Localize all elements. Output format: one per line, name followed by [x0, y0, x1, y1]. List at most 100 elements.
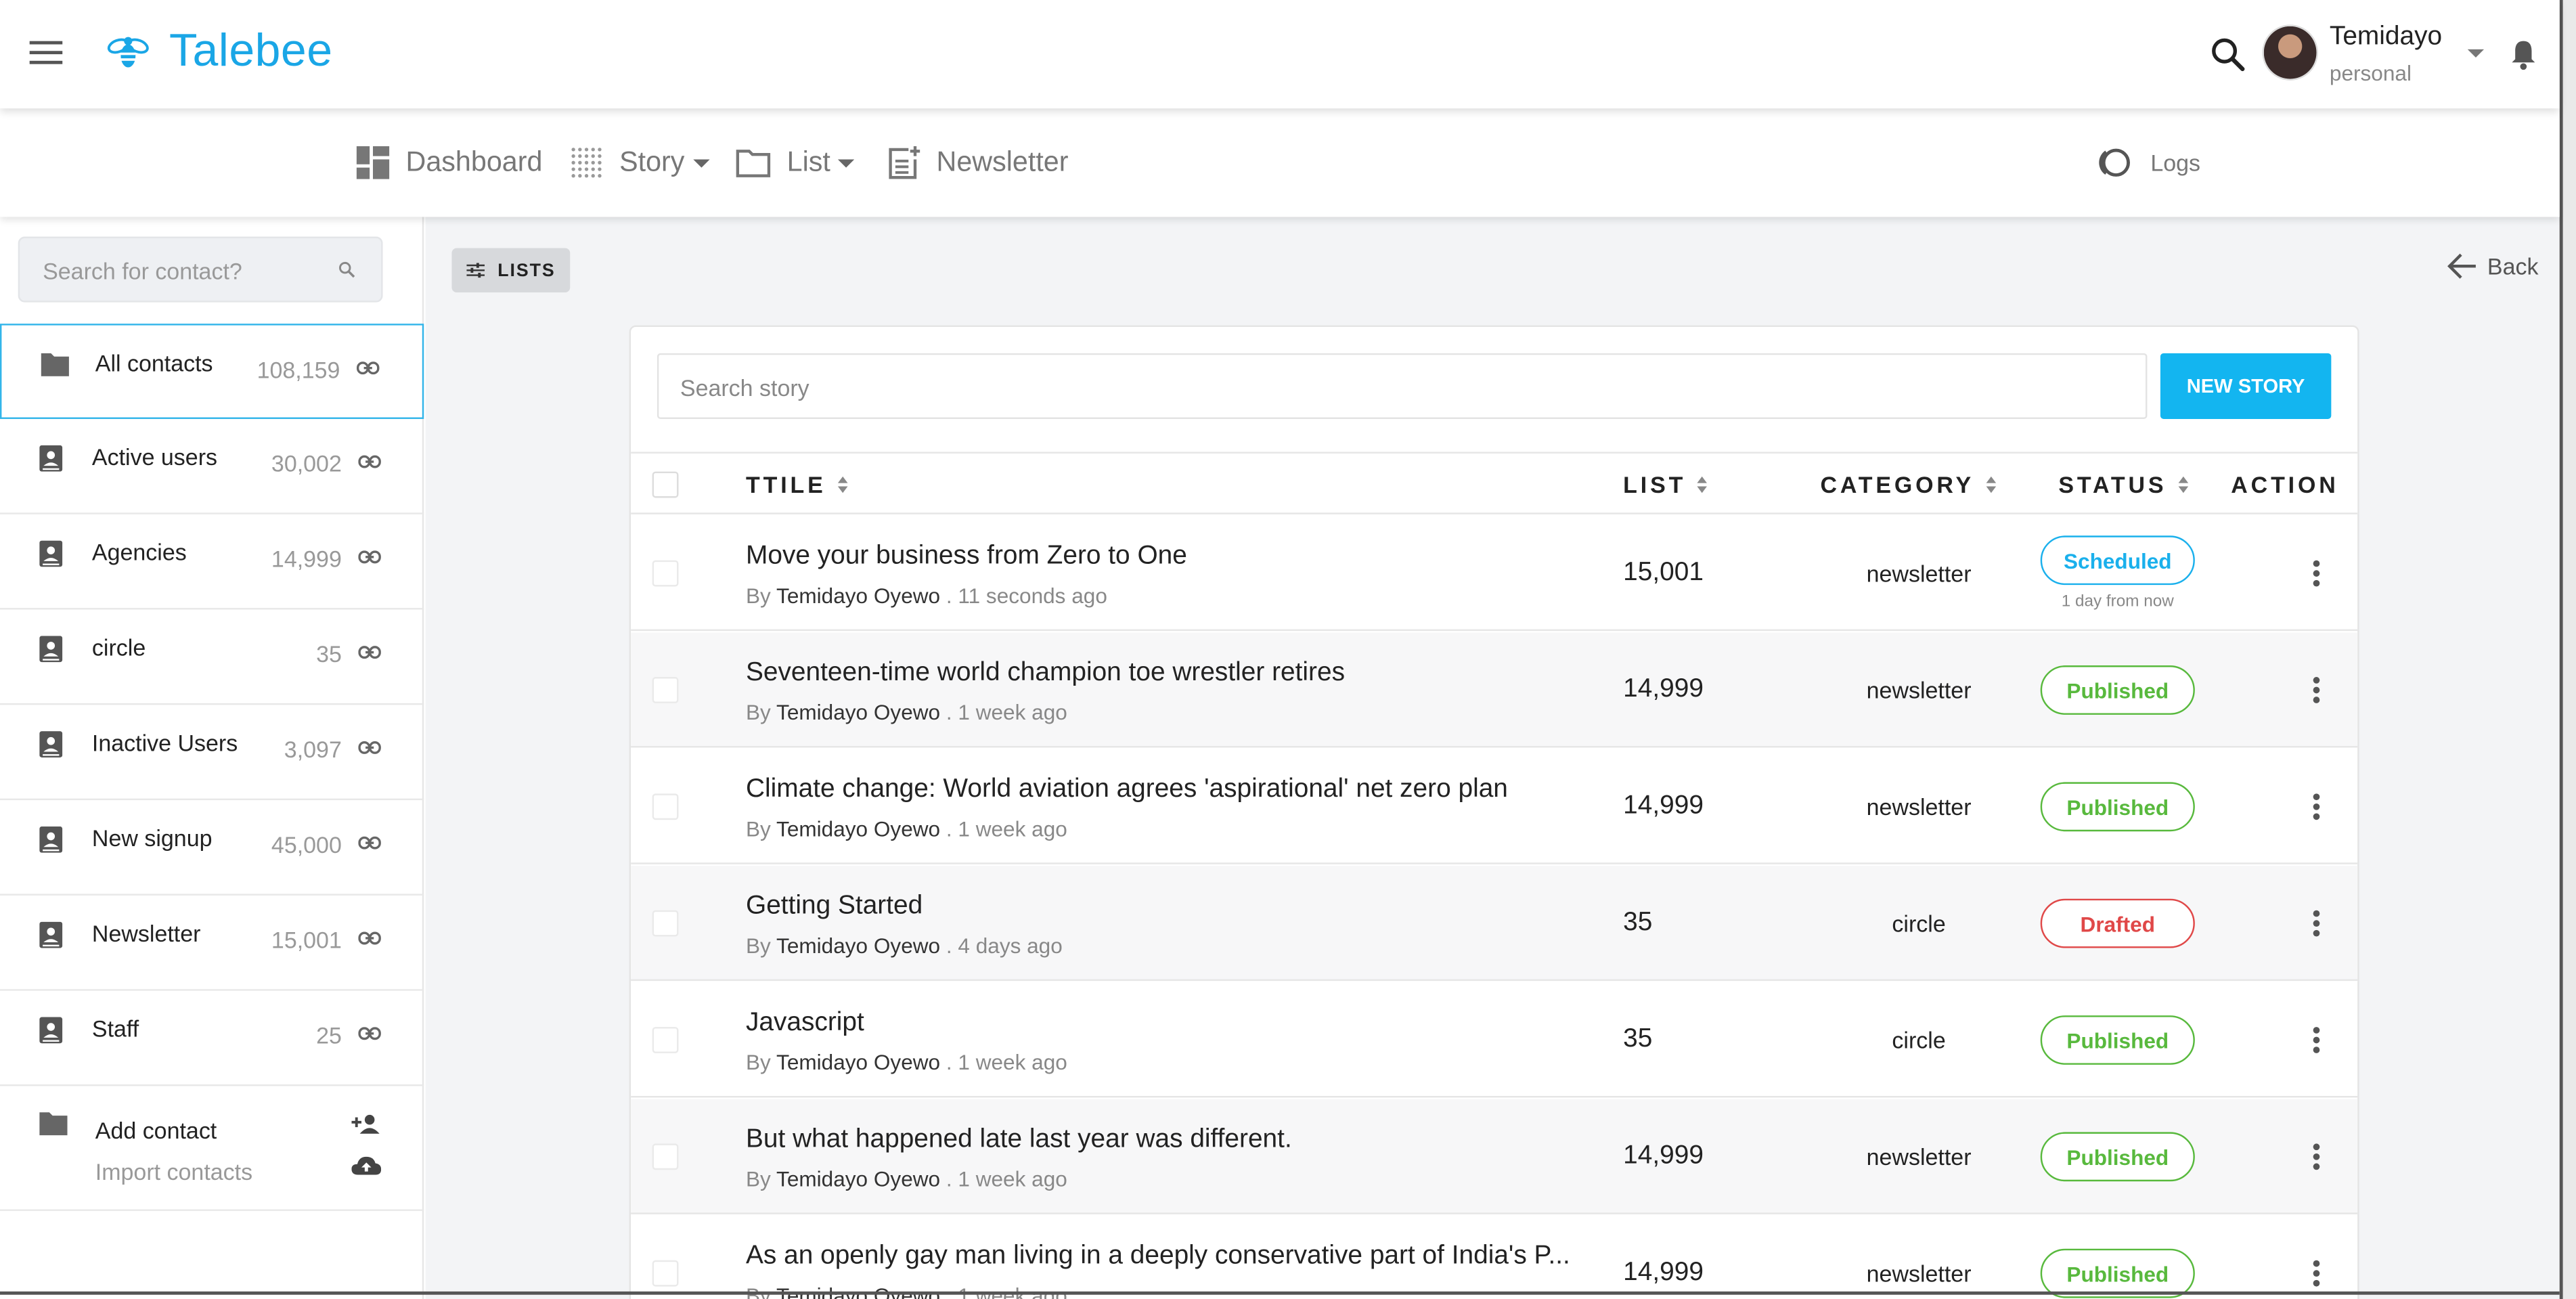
- sidebar-item-count: 30,002: [271, 450, 342, 477]
- story-title[interactable]: But what happened late last year was dif…: [746, 1126, 1292, 1155]
- more-vert-icon[interactable]: [2313, 560, 2320, 587]
- chevron-down-icon[interactable]: [2467, 49, 2485, 58]
- link-icon[interactable]: [356, 361, 380, 375]
- sidebar-item-inactive-users[interactable]: Inactive Users 3,097: [0, 705, 424, 801]
- row-checkbox[interactable]: [652, 677, 679, 703]
- more-vert-icon[interactable]: [2313, 1260, 2320, 1287]
- column-action-label: ACTION: [2231, 471, 2339, 498]
- import-contacts-link[interactable]: Import contacts: [95, 1158, 252, 1185]
- story-title[interactable]: As an openly gay man living in a deeply …: [746, 1242, 1570, 1272]
- table-row[interactable]: Move your business from Zero to One By T…: [631, 516, 2358, 632]
- menu-icon[interactable]: [29, 41, 63, 64]
- link-icon[interactable]: [358, 931, 381, 945]
- status-badge: Published: [2040, 665, 2195, 715]
- lists-toggle-button[interactable]: LISTS: [451, 248, 571, 293]
- sidebar-item-label: All contacts: [95, 350, 213, 376]
- nav-list[interactable]: List: [736, 141, 856, 184]
- column-action: ACTION: [2231, 472, 2338, 498]
- sidebar-item-newsletter[interactable]: Newsletter 15,001: [0, 896, 424, 991]
- back-button[interactable]: Back: [2446, 253, 2538, 280]
- sidebar-item-staff[interactable]: Staff 25: [0, 991, 424, 1086]
- status-badge: Published: [2040, 782, 2195, 832]
- nav-logs[interactable]: Logs: [2095, 141, 2200, 184]
- more-vert-icon[interactable]: [2313, 910, 2320, 937]
- contact-search-input[interactable]: Search for contact?: [18, 236, 383, 303]
- cloud-upload-icon[interactable]: [351, 1155, 382, 1176]
- sidebar-item-circle[interactable]: circle 35: [0, 610, 424, 705]
- sidebar-item-agencies[interactable]: Agencies 14,999: [0, 514, 424, 610]
- add-contact-link[interactable]: Add contact: [95, 1118, 217, 1144]
- select-all-checkbox[interactable]: [652, 471, 679, 498]
- link-icon[interactable]: [358, 646, 381, 659]
- story-title[interactable]: Getting Started: [746, 892, 923, 922]
- window-bottom-edge: [0, 1291, 2560, 1295]
- story-category: newsletter: [1866, 1260, 1972, 1287]
- table-row[interactable]: Getting Started By Temidayo Oyewo . 4 da…: [631, 866, 2358, 982]
- column-title[interactable]: TTILE: [746, 472, 849, 498]
- sort-icon: [837, 475, 849, 494]
- story-title[interactable]: Javascript: [746, 1009, 864, 1038]
- top-bar: Talebee Temidayo personal: [0, 0, 2560, 109]
- table-row[interactable]: Seventeen-time world champion toe wrestl…: [631, 632, 2358, 748]
- story-author: Temidayo Oyewo: [776, 1166, 941, 1191]
- bell-icon[interactable]: [2508, 38, 2538, 71]
- story-title[interactable]: Seventeen-time world champion toe wrestl…: [746, 659, 1345, 688]
- contact-card-icon: [39, 921, 63, 948]
- sidebar-item-all-contacts[interactable]: All contacts 108,159: [0, 324, 424, 419]
- row-checkbox[interactable]: [652, 910, 679, 937]
- more-vert-icon[interactable]: [2313, 1143, 2320, 1170]
- search-icon[interactable]: [2210, 36, 2246, 72]
- logs-icon: [2099, 148, 2130, 177]
- table-row[interactable]: But what happened late last year was dif…: [631, 1099, 2358, 1214]
- sort-icon: [2178, 475, 2190, 494]
- table-row[interactable]: Javascript By Temidayo Oyewo . 1 week ag…: [631, 983, 2358, 1098]
- table-row[interactable]: As an openly gay man living in a deeply …: [631, 1216, 2357, 1299]
- contact-card-icon: [39, 636, 63, 663]
- row-checkbox[interactable]: [652, 1260, 679, 1287]
- story-title[interactable]: Move your business from Zero to One: [746, 542, 1187, 572]
- person-add-icon[interactable]: [351, 1114, 381, 1134]
- sidebar-item-label: New signup: [91, 824, 213, 852]
- row-checkbox[interactable]: [652, 793, 679, 820]
- link-icon[interactable]: [358, 455, 381, 468]
- nav-story[interactable]: Story: [570, 141, 709, 184]
- sidebar-item-count: 14,999: [271, 545, 342, 572]
- link-icon[interactable]: [358, 741, 381, 754]
- story-list-count: 14,999: [1623, 1141, 1704, 1170]
- nav-logs-label: Logs: [2150, 149, 2201, 176]
- sidebar-item-new-signup[interactable]: New signup 45,000: [0, 800, 424, 896]
- story-search-input[interactable]: Search story: [657, 353, 2148, 419]
- column-list[interactable]: LIST: [1623, 472, 1709, 498]
- more-vert-icon[interactable]: [2313, 793, 2320, 820]
- status-badge: Published: [2040, 1248, 2195, 1298]
- back-label: Back: [2487, 252, 2539, 280]
- sidebar-item-count: 15,001: [271, 926, 342, 953]
- nav-newsletter[interactable]: Newsletter: [887, 141, 1069, 184]
- row-checkbox[interactable]: [652, 1143, 679, 1170]
- app-logo-text[interactable]: Talebee: [169, 24, 332, 77]
- avatar[interactable]: [2262, 24, 2318, 81]
- row-checkbox[interactable]: [652, 1027, 679, 1053]
- story-list-count: 35: [1623, 908, 1653, 937]
- table-header: TTILE LIST CATEGORY STATUS ACTION: [631, 452, 2358, 514]
- contacts-sidebar: Search for contact? All contacts 108,159…: [0, 217, 424, 1299]
- sidebar-item-label: Active users: [91, 443, 218, 470]
- link-icon[interactable]: [358, 550, 381, 564]
- table-row[interactable]: Climate change: World aviation agrees 'a…: [631, 749, 2358, 864]
- column-status[interactable]: STATUS: [2058, 472, 2190, 498]
- sidebar-item-active-users[interactable]: Active users 30,002: [0, 419, 424, 514]
- link-icon[interactable]: [358, 836, 381, 850]
- column-title-label: TTILE: [745, 471, 826, 498]
- story-list-count: 14,999: [1623, 791, 1704, 820]
- column-category[interactable]: CATEGORY: [1820, 472, 1997, 498]
- user-account-type: personal: [2329, 60, 2412, 86]
- story-title[interactable]: Climate change: World aviation agrees 'a…: [746, 776, 1508, 806]
- more-vert-icon[interactable]: [2313, 677, 2320, 703]
- row-checkbox[interactable]: [652, 560, 679, 587]
- user-name[interactable]: Temidayo: [2330, 23, 2442, 53]
- new-story-button[interactable]: NEW STORY: [2160, 353, 2332, 419]
- link-icon[interactable]: [358, 1027, 381, 1040]
- status-badge: Published: [2040, 1015, 2195, 1065]
- nav-dashboard[interactable]: Dashboard: [356, 141, 542, 184]
- more-vert-icon[interactable]: [2313, 1027, 2320, 1053]
